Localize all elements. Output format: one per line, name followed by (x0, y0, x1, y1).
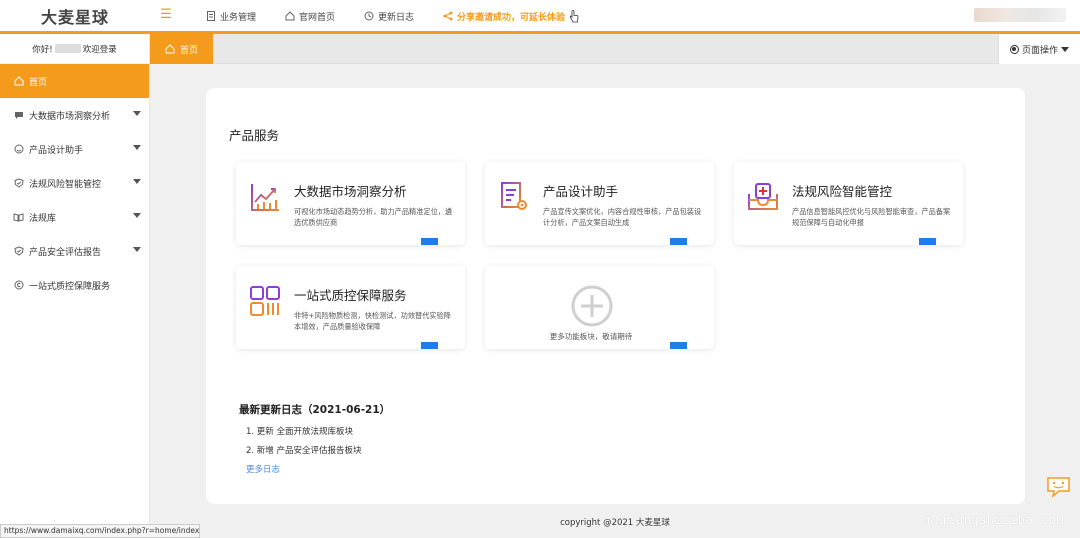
tab-bar: 首页 页面操作 (150, 34, 1080, 64)
card-description: 产品宣传文案优化，内容合规性审核，产品包装设计分析，产品文案自动生成 (543, 207, 702, 227)
document-gear-icon (501, 180, 527, 210)
tab-label: 首页 (179, 45, 198, 56)
document-icon (205, 11, 216, 22)
trend-chart-icon (251, 184, 279, 211)
customer-service-chat-icon[interactable] (1046, 476, 1071, 498)
chevron-down-icon (133, 213, 141, 218)
copyright-icon (13, 280, 24, 291)
card-title: 法规风险智能管控 (792, 184, 893, 199)
share-icon (442, 11, 453, 22)
nav-label: 更新日志 (378, 12, 415, 23)
clock-icon (363, 11, 374, 22)
top-header: 大麦星球 ☰ 业务管理 官网首页 更新日志 分享邀请成功，可延长体验 (0, 0, 1080, 34)
sidebar-item-label: 产品设计助手 (29, 145, 84, 156)
home-icon (165, 44, 176, 55)
sidebar-item-regulation-library[interactable]: 法规库 (0, 200, 149, 234)
greeting-prefix: 你好! (32, 44, 53, 55)
chevron-down-icon (133, 179, 141, 184)
card-title: 一站式质控保障服务 (294, 288, 407, 303)
card-corner-flag (670, 342, 687, 349)
home-icon (13, 76, 24, 87)
page-ops-label: 页面操作 (1021, 45, 1058, 56)
target-icon (1009, 44, 1019, 54)
nav-changelog[interactable]: 更新日志 (363, 10, 414, 23)
more-changelog-link[interactable]: 更多日志 (246, 463, 390, 475)
tab-home[interactable]: 首页 (150, 34, 213, 64)
menu-toggle-icon[interactable]: ☰ (160, 8, 172, 21)
sidebar-item-quality-service[interactable]: 一站式质控保障服务 (0, 268, 149, 302)
main-panel: 产品服务 大数据市场洞察分析 可视化市场动态趋势分析，助力产品精准定位，遴选优质… (206, 88, 1025, 504)
browser-status-url: https://www.damaixq.com/index.php?r=home… (0, 524, 200, 538)
chevron-down-icon (133, 111, 141, 116)
smile-icon (13, 144, 24, 155)
sidebar-item-label: 产品安全评估报告 (29, 247, 102, 258)
card-corner-flag (421, 342, 438, 349)
card-description: 非特+风险物质检测，快检测试，功效替代实验降本增效，产品质量验收保障 (294, 311, 451, 331)
more-coming-text: 更多功能板块，敬请期待 (549, 332, 633, 341)
chat-icon (13, 110, 24, 121)
greeting: 你好! 欢迎登录 (0, 34, 149, 64)
greeting-suffix: 欢迎登录 (82, 44, 117, 55)
chevron-down-icon (133, 145, 141, 150)
changelog-item: 1. 更新 全面开放法规库板块 (246, 427, 354, 437)
sidebar-item-label: 法规库 (29, 213, 57, 224)
nav-share-invite[interactable]: 分享邀请成功，可延长体验 (442, 9, 579, 23)
service-card-design-assistant[interactable]: 产品设计助手 产品宣传文案优化，内容合规性审核，产品包装设计分析，产品文案自动生… (485, 162, 714, 245)
user-avatar-name[interactable] (974, 8, 1066, 22)
card-description: 产品信息智能风控优化与风险智能审查，产品备案规范保障与自动化申报 (792, 207, 951, 227)
chevron-down-icon (133, 247, 141, 252)
card-corner-flag (421, 238, 438, 245)
changelog: 最新更新日志（2021-06-21） 1. 更新 全面开放法规库板块 2. 新增… (239, 402, 390, 475)
card-corner-flag (919, 238, 936, 245)
nav-label: 官网首页 (299, 12, 336, 23)
shield-check-icon (13, 178, 24, 189)
card-description: 可视化市场动态趋势分析，助力产品精准定位，遴选优质供应商 (294, 207, 453, 227)
sidebar-item-market-insight[interactable]: 大数据市场洞察分析 (0, 98, 149, 132)
nav-official-home[interactable]: 官网首页 (284, 10, 335, 23)
section-title: 产品服务 (229, 128, 280, 143)
watermark: m.jiangshiciba.com (925, 513, 1065, 527)
home-icon (284, 11, 295, 22)
card-title: 大数据市场洞察分析 (294, 184, 407, 199)
sidebar-item-label: 法规风险智能管控 (29, 179, 102, 190)
chevron-down-icon (1061, 46, 1069, 52)
nav-business-management[interactable]: 业务管理 (205, 10, 256, 23)
nav-label: 分享邀请成功，可延长体验 (457, 12, 566, 23)
sidebar-item-design-assistant[interactable]: 产品设计助手 (0, 132, 149, 166)
shield-check-icon (13, 246, 24, 257)
logo[interactable]: 大麦星球 (0, 0, 150, 32)
sidebar-item-home[interactable]: 首页 (0, 64, 149, 98)
medical-box-icon (748, 183, 778, 210)
sidebar-item-label: 首页 (29, 77, 48, 88)
sidebar-item-safety-report[interactable]: 产品安全评估报告 (0, 234, 149, 268)
page-operations-dropdown[interactable]: 页面操作 (998, 34, 1080, 64)
sidebar-item-label: 一站式质控保障服务 (29, 281, 111, 292)
book-icon (13, 212, 24, 223)
grid-blocks-icon (250, 286, 280, 316)
service-card-market-insight[interactable]: 大数据市场洞察分析 可视化市场动态趋势分析，助力产品精准定位，遴选优质供应商 (236, 162, 465, 245)
service-card-more: 更多功能板块，敬请期待 (485, 266, 714, 349)
card-title: 产品设计助手 (543, 184, 619, 199)
sidebar: 你好! 欢迎登录 首页 大数据市场洞察分析 产品设计助手 法规风险智能管控 法规… (0, 34, 150, 538)
changelog-title: 最新更新日志（2021-06-21） (239, 404, 391, 416)
top-nav: 业务管理 官网首页 更新日志 分享邀请成功，可延长体验 (205, 0, 579, 32)
changelog-item: 2. 新增 产品安全评估报告板块 (246, 446, 362, 456)
card-corner-flag (670, 238, 687, 245)
username-blur (54, 44, 81, 53)
plus-circle-icon (571, 285, 613, 327)
sidebar-item-label: 大数据市场洞察分析 (29, 111, 111, 122)
hand-pointer-icon (569, 9, 579, 23)
service-card-quality-service[interactable]: 一站式质控保障服务 非特+风险物质检测，快检测试，功效替代实验降本增效，产品质量… (236, 266, 465, 349)
sidebar-item-regulation-risk[interactable]: 法规风险智能管控 (0, 166, 149, 200)
nav-label: 业务管理 (220, 12, 257, 23)
service-card-regulation-risk[interactable]: 法规风险智能管控 产品信息智能风控优化与风险智能审查，产品备案规范保障与自动化申… (734, 162, 963, 245)
